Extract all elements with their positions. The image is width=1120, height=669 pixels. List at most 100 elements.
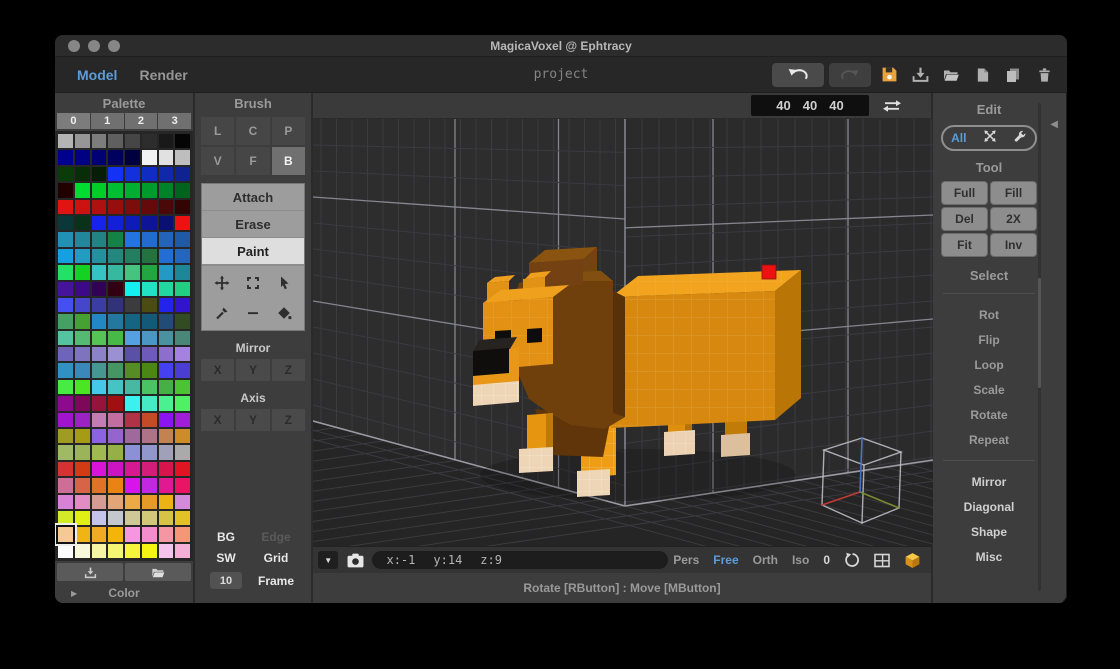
brush-mode-b[interactable]: B [272, 147, 305, 175]
palette-swatch[interactable] [108, 167, 123, 181]
palette-swatch[interactable] [125, 331, 140, 345]
palette-swatch[interactable] [175, 282, 190, 296]
palette-swatch[interactable] [108, 216, 123, 230]
brush-mode-l[interactable]: L [201, 117, 234, 145]
palette-swatch[interactable] [108, 298, 123, 312]
palette-swatch[interactable] [125, 363, 140, 377]
palette-swatch[interactable] [75, 429, 90, 443]
palette-swatch[interactable] [58, 380, 73, 394]
palette-swatch[interactable] [125, 183, 140, 197]
palette-swatch[interactable] [92, 527, 107, 541]
palette-tab-0[interactable]: 0 [57, 113, 90, 129]
palette-swatch[interactable] [58, 445, 73, 459]
palette-swatch[interactable] [142, 216, 157, 230]
palette-swatch[interactable] [92, 462, 107, 476]
palette-swatch[interactable] [58, 282, 73, 296]
palette-swatch[interactable] [142, 232, 157, 246]
palette-swatch[interactable] [175, 331, 190, 345]
edit-item-repeat[interactable]: Repeat [941, 427, 1037, 452]
palette-swatch[interactable] [175, 216, 190, 230]
edit-item-diagonal[interactable]: Diagonal [941, 494, 1037, 519]
palette-swatch[interactable] [175, 511, 190, 525]
palette-swatch[interactable] [159, 462, 174, 476]
palette-swatch[interactable] [175, 183, 190, 197]
palette-swatch[interactable] [159, 282, 174, 296]
palette-tab-2[interactable]: 2 [125, 113, 158, 129]
brush-mode-v[interactable]: V [201, 147, 234, 175]
palette-swatch[interactable] [58, 527, 73, 541]
palette-swatch[interactable] [75, 265, 90, 279]
palette-swatch[interactable] [175, 478, 190, 492]
palette-swatch[interactable] [58, 478, 73, 492]
palette-swatch[interactable] [58, 495, 73, 509]
cursor-voxel[interactable] [762, 265, 776, 279]
cursor-tool-button[interactable] [269, 272, 300, 294]
palette-swatch[interactable] [142, 429, 157, 443]
palette-swatch[interactable] [175, 495, 190, 509]
tool-button-fill[interactable]: Fill [990, 181, 1037, 205]
palette-swatch[interactable] [108, 183, 123, 197]
palette-swatch[interactable] [108, 495, 123, 509]
palette-swatch[interactable] [108, 413, 123, 427]
palette-swatch[interactable] [175, 462, 190, 476]
palette-swatch[interactable] [125, 495, 140, 509]
palette-swatch[interactable] [175, 347, 190, 361]
palette-swatch[interactable] [75, 298, 90, 312]
palette-swatch[interactable] [159, 347, 174, 361]
move-tool-button[interactable] [206, 272, 237, 294]
palette-swatch[interactable] [75, 495, 90, 509]
palette-swatch[interactable] [92, 495, 107, 509]
palette-swatch[interactable] [92, 200, 107, 214]
palette-swatch[interactable] [75, 380, 90, 394]
tool-button-2x[interactable]: 2X [990, 207, 1037, 231]
palette-swatch[interactable] [75, 249, 90, 263]
palette-swatch[interactable] [92, 396, 107, 410]
palette-swatch[interactable] [75, 232, 90, 246]
all-mode-button[interactable]: All [951, 131, 966, 145]
palette-swatch[interactable] [159, 363, 174, 377]
palette-swatch[interactable] [175, 429, 190, 443]
palette-swatch[interactable] [159, 380, 174, 394]
palette-swatch[interactable] [75, 134, 90, 148]
palette-swatch[interactable] [58, 331, 73, 345]
palette-swatch[interactable] [92, 347, 107, 361]
palette-swatch[interactable] [58, 298, 73, 312]
palette-swatch[interactable] [125, 445, 140, 459]
palette-swatch[interactable] [75, 544, 90, 558]
palette-swatch[interactable] [159, 429, 174, 443]
palette-swatch[interactable] [58, 396, 73, 410]
palette-swatch[interactable] [159, 331, 174, 345]
palette-swatch[interactable] [58, 216, 73, 230]
palette-swatch[interactable] [108, 200, 123, 214]
palette-swatch[interactable] [75, 478, 90, 492]
grid-toggle[interactable]: Grid [249, 551, 303, 565]
palette-swatch[interactable] [159, 265, 174, 279]
palette-swatch[interactable] [75, 167, 90, 181]
palette-swatch[interactable] [92, 478, 107, 492]
fill-tool-button[interactable] [269, 302, 300, 324]
palette-swatch[interactable] [125, 232, 140, 246]
palette-swatch[interactable] [125, 380, 140, 394]
palette-swatch[interactable] [125, 429, 140, 443]
palette-swatch[interactable] [108, 134, 123, 148]
picker-tool-button[interactable] [206, 302, 237, 324]
resize-apply-button[interactable] [879, 96, 905, 116]
tool-button-fit[interactable]: Fit [941, 233, 988, 257]
palette-swatch[interactable] [108, 478, 123, 492]
palette-swatch[interactable] [175, 396, 190, 410]
palette-swatch[interactable] [92, 413, 107, 427]
edit-item-loop[interactable]: Loop [941, 352, 1037, 377]
brush-mode-p[interactable]: P [272, 117, 305, 145]
edge-toggle[interactable]: Edge [249, 530, 303, 544]
palette-swatch[interactable] [108, 265, 123, 279]
palette-swatch[interactable] [159, 183, 174, 197]
brush-mode-f[interactable]: F [236, 147, 269, 175]
palette-swatch[interactable] [92, 380, 107, 394]
select-tool-button[interactable] [237, 272, 268, 294]
delete-button[interactable] [1031, 63, 1057, 87]
palette-swatch[interactable] [159, 314, 174, 328]
palette-swatch[interactable] [58, 462, 73, 476]
sw-toggle[interactable]: SW [203, 551, 249, 565]
palette-swatch[interactable] [108, 314, 123, 328]
palette-swatch[interactable] [175, 380, 190, 394]
